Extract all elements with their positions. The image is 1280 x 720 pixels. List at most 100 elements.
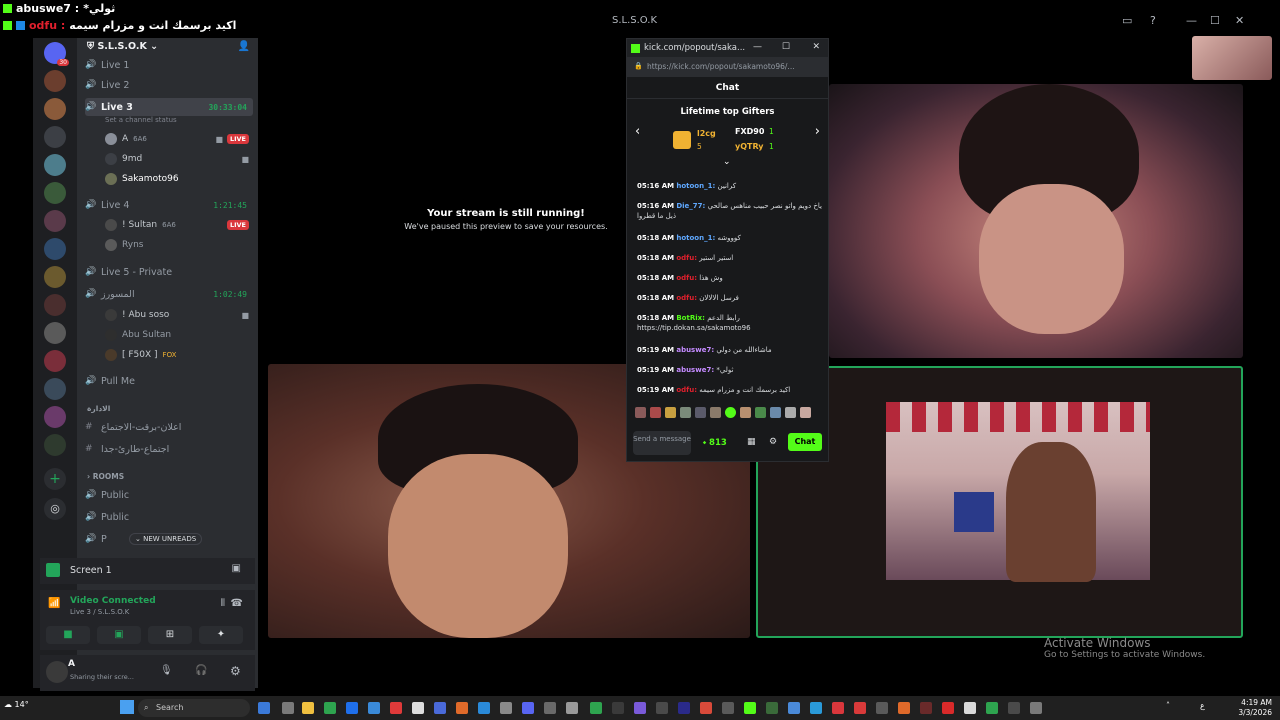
app-icon[interactable] [920, 702, 932, 714]
emote-icon[interactable] [740, 407, 751, 418]
gift-icon[interactable]: ▦ [747, 437, 756, 447]
server-icon[interactable] [44, 154, 66, 176]
tray-chevron-icon[interactable]: ˄ [1166, 701, 1170, 710]
edge-icon[interactable] [810, 702, 822, 714]
chat-input[interactable]: Send a message [633, 431, 691, 455]
voice-user[interactable]: 9md ■ [105, 151, 251, 167]
message-username[interactable]: odfu: [676, 386, 697, 394]
app-icon[interactable] [634, 702, 646, 714]
steam-icon[interactable] [368, 702, 380, 714]
task-view-icon[interactable] [282, 702, 294, 714]
collapse-icon[interactable]: ⌄ [723, 157, 731, 167]
gifter-name[interactable]: yQTRy [735, 142, 764, 151]
server-icon[interactable] [44, 126, 66, 148]
emote-icon[interactable] [680, 407, 691, 418]
emote-icon[interactable] [635, 407, 646, 418]
voice-user[interactable]: Sakamoto96 [105, 171, 251, 187]
app-icon[interactable] [544, 702, 556, 714]
app-icon[interactable] [986, 702, 998, 714]
activities-button[interactable]: ⊞ [148, 626, 192, 644]
voice-channel-live-2[interactable]: 🔊 Live 2 [85, 76, 253, 94]
server-icon[interactable] [44, 182, 66, 204]
signal-icon[interactable]: 📶 [48, 598, 60, 609]
server-icon[interactable] [44, 294, 66, 316]
server-icon[interactable] [44, 350, 66, 372]
disconnect-icon[interactable]: ☎ [231, 598, 243, 609]
text-channel-admin-1[interactable]: # اعلان-برقت-الاجتماع [85, 418, 253, 436]
app-icon[interactable] [346, 702, 358, 714]
close-button[interactable]: ✕ [812, 42, 820, 52]
connection-channel[interactable]: Live 3 / S.L.S.O.K [70, 608, 129, 616]
category-admin[interactable]: الادارة [87, 404, 110, 413]
emote-icon[interactable] [725, 407, 736, 418]
video-tile-participant[interactable] [829, 84, 1243, 358]
popout-icon[interactable]: ▣ [232, 563, 241, 574]
share-screen-button[interactable]: ▣ [97, 626, 141, 644]
language-indicator[interactable]: ع [1200, 701, 1205, 710]
app-icon[interactable] [456, 702, 468, 714]
server-name[interactable]: ⛨ S.L.S.O.K ⌄ [87, 41, 158, 52]
app-icon[interactable] [324, 702, 336, 714]
message-username[interactable]: BotRix: [676, 314, 705, 322]
emote-icon[interactable] [800, 407, 811, 418]
server-icon[interactable] [44, 322, 66, 344]
app-icon[interactable] [678, 702, 690, 714]
taskbar-search[interactable]: ⌕ Search [138, 699, 250, 717]
channel-points[interactable]: ⬩ 813 [703, 438, 727, 448]
message-username[interactable]: hotoon_1: [676, 182, 715, 190]
soundboard-button[interactable]: ✦ [199, 626, 243, 644]
self-view-thumbnail[interactable] [1192, 36, 1272, 80]
app-icon[interactable] [876, 702, 888, 714]
video-tile-active-speaker[interactable] [756, 366, 1243, 638]
emote-icon[interactable] [755, 407, 766, 418]
minimize-button[interactable]: — [1186, 14, 1197, 27]
gifter-name[interactable]: l2cg [697, 129, 716, 138]
voice-channel-arabic[interactable]: 🔊 المسورز 1:02:49 [85, 285, 253, 303]
voice-user[interactable]: [ F50X ] FOX [105, 347, 251, 363]
emote-icon[interactable] [710, 407, 721, 418]
server-icon[interactable] [44, 266, 66, 288]
next-arrow-icon[interactable]: › [815, 124, 820, 139]
headphones-icon[interactable]: 🎧 [195, 665, 207, 676]
chat-send-button[interactable]: Chat [788, 433, 822, 451]
settings-gear-icon[interactable]: ⚙ [769, 437, 777, 447]
app-icon[interactable] [434, 702, 446, 714]
add-friend-icon[interactable]: 👤 [238, 41, 250, 52]
app-icon[interactable] [478, 702, 490, 714]
server-icon[interactable] [44, 70, 66, 92]
close-button[interactable]: ✕ [1235, 14, 1244, 27]
noise-suppression-icon[interactable]: ⫴ [221, 598, 225, 609]
weather-widget[interactable]: ☁ 14° [4, 700, 29, 709]
app-icon[interactable] [722, 702, 734, 714]
server-icon[interactable] [44, 98, 66, 120]
app-icon[interactable] [500, 702, 512, 714]
app-icon[interactable] [656, 702, 668, 714]
file-explorer-icon[interactable] [302, 702, 314, 714]
voice-channel-live-3[interactable]: 🔊 Live 3 30:33:04 [85, 98, 253, 116]
avatar[interactable] [46, 661, 68, 683]
voice-channel-public-1[interactable]: 🔊 Public [85, 486, 253, 504]
gifter-name[interactable]: FXD90 [735, 127, 764, 136]
app-icon[interactable] [964, 702, 976, 714]
voice-channel-live-5[interactable]: 🔊 Live 5 - Private [85, 263, 253, 281]
inbox-icon[interactable]: ▭ [1122, 14, 1132, 27]
message-username[interactable]: Die_77: [676, 202, 705, 210]
emote-icon[interactable] [650, 407, 661, 418]
app-icon[interactable] [590, 702, 602, 714]
message-username[interactable]: odfu: [676, 274, 697, 282]
message-username[interactable]: odfu: [676, 294, 697, 302]
address-bar[interactable]: 🔒 https://kick.com/popout/sakamoto96/... [627, 57, 828, 77]
discord-icon[interactable] [522, 702, 534, 714]
channel-status[interactable]: Set a channel status [105, 116, 177, 124]
emote-icon[interactable] [695, 407, 706, 418]
app-icon[interactable] [1008, 702, 1020, 714]
maximize-button[interactable]: ☐ [1210, 14, 1220, 27]
emote-icon[interactable] [665, 407, 676, 418]
voice-user[interactable]: ! Sultan 6A6 LIVE [105, 217, 251, 233]
voice-user[interactable]: A 6A6 ■ LIVE [105, 131, 251, 147]
app-icon[interactable] [258, 702, 270, 714]
new-unreads-button[interactable]: ⌄ NEW UNREADS [129, 533, 203, 545]
app-icon[interactable] [832, 702, 844, 714]
start-button[interactable] [120, 700, 134, 714]
chrome-icon[interactable] [788, 702, 800, 714]
